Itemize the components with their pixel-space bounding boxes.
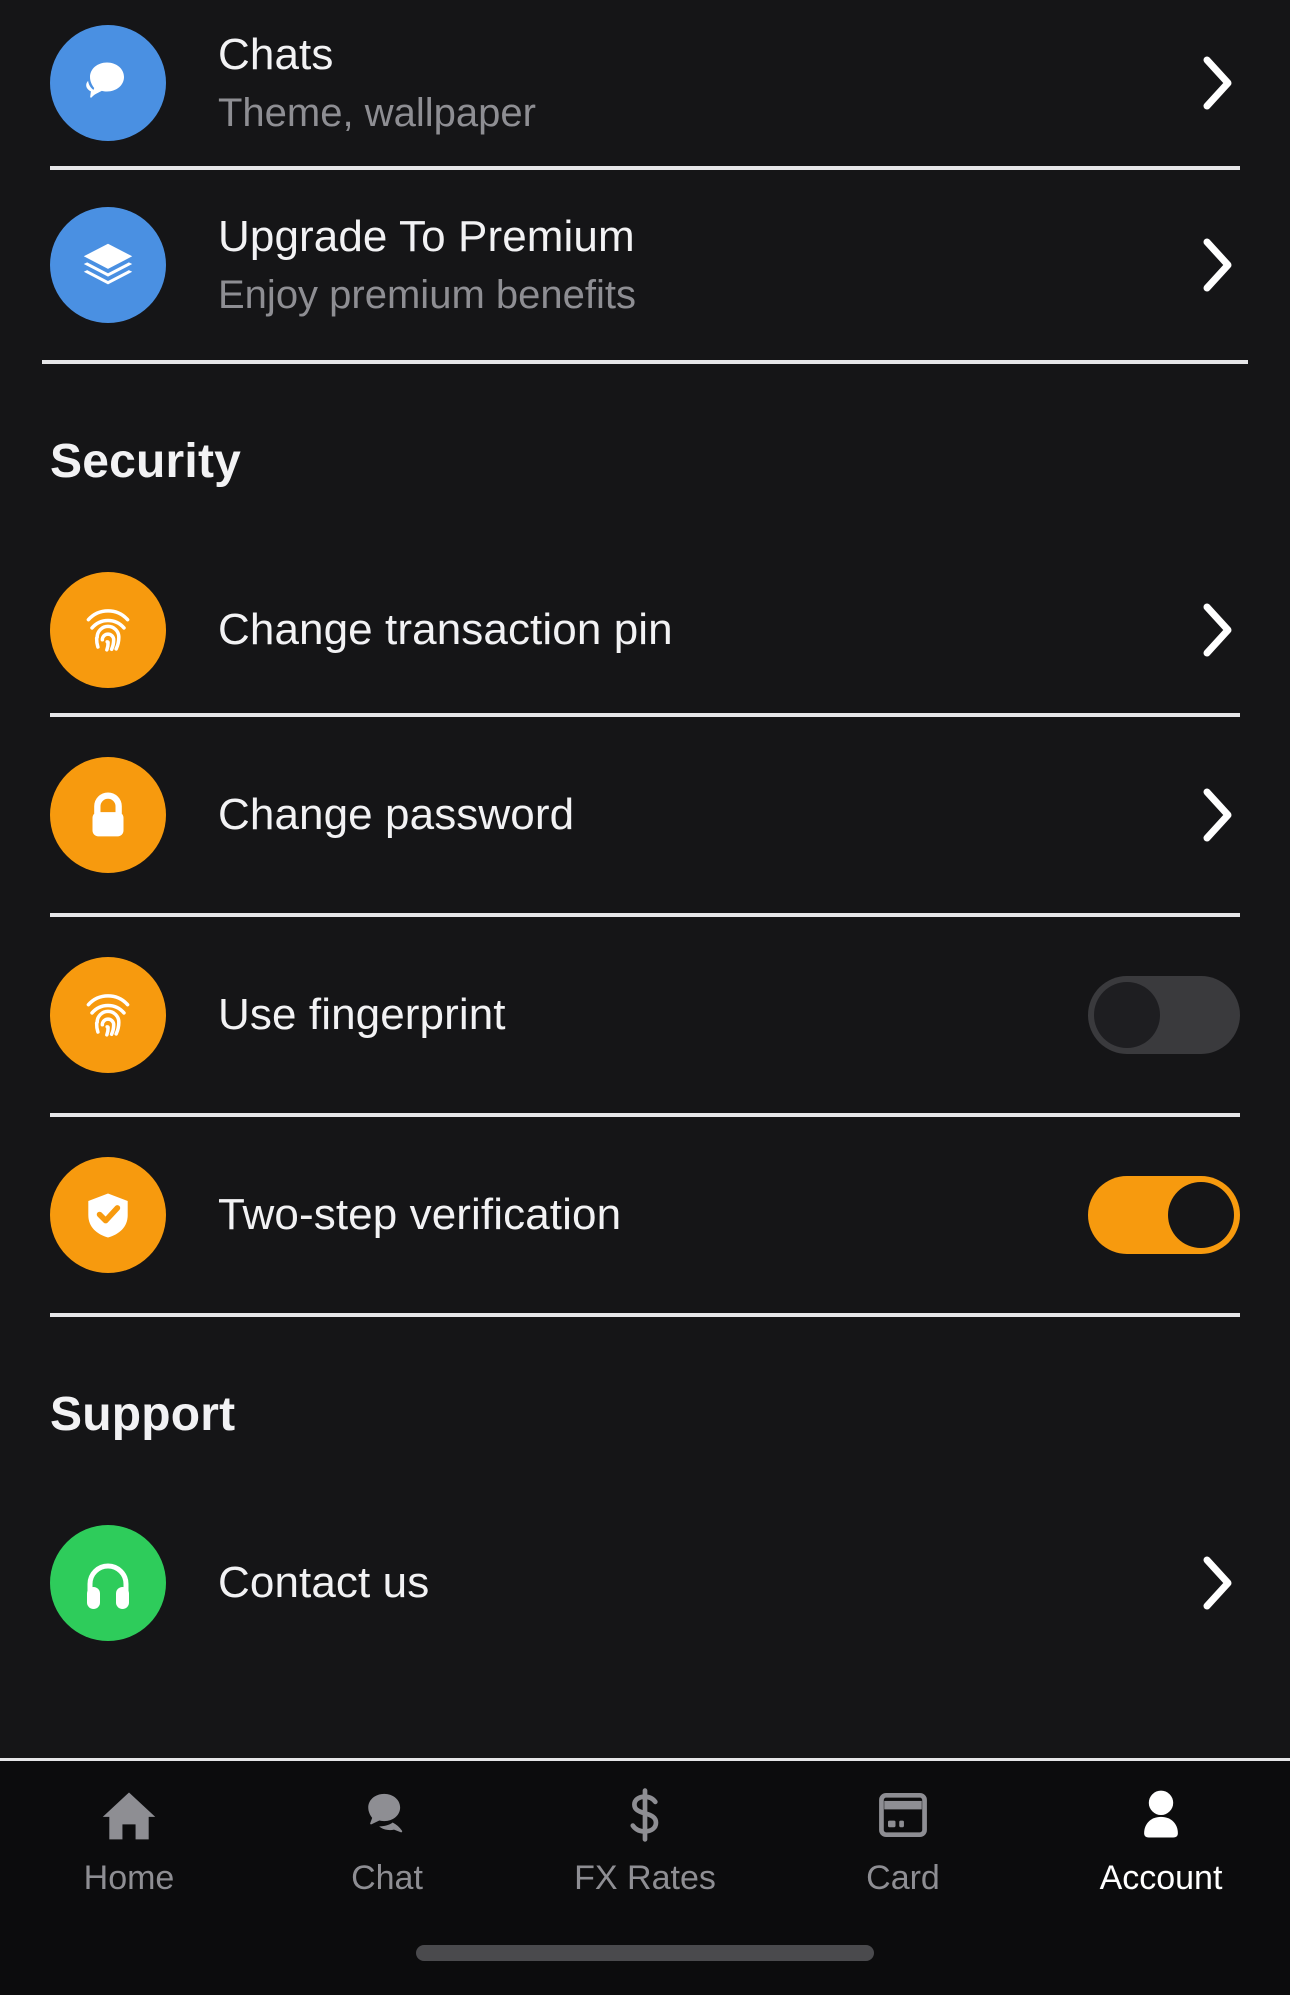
tab-fx-rates[interactable]: FX Rates [516, 1783, 774, 1933]
chevron-right-icon[interactable] [1196, 1553, 1240, 1613]
settings-row-use-fingerprint-text: Use fingerprint [218, 989, 1068, 1039]
tab-account-label: Account [1099, 1859, 1223, 1897]
settings-row-chats[interactable]: Chats Theme, wallpaper [0, 0, 1290, 166]
tab-home[interactable]: Home [0, 1783, 258, 1933]
tab-chat-label: Chat [351, 1859, 423, 1897]
chevron-right-icon[interactable] [1196, 53, 1240, 113]
home-indicator [0, 1933, 1290, 1995]
dollar-sign-icon [615, 1783, 675, 1845]
lock-icon [50, 757, 166, 873]
tab-card-label: Card [866, 1859, 940, 1897]
home-indicator-bar [416, 1945, 874, 1961]
settings-row-upgrade-to-premium-text: Upgrade To Premium Enjoy premium benefit… [218, 211, 1176, 318]
settings-row-change-password-text: Change password [218, 789, 1176, 839]
section-heading-support: Support [50, 1388, 236, 1441]
chevron-right-icon[interactable] [1196, 235, 1240, 295]
settings-row-change-password[interactable]: Change password [0, 717, 1290, 913]
shield-check-icon [50, 1157, 166, 1273]
tab-account[interactable]: Account [1032, 1783, 1290, 1933]
chevron-right-icon[interactable] [1196, 600, 1240, 660]
settings-row-change-password-title: Change password [218, 789, 575, 839]
settings-row-chats-text: Chats Theme, wallpaper [218, 29, 1176, 136]
settings-row-contact-us[interactable]: Contact us [0, 1500, 1290, 1666]
home-icon [99, 1783, 159, 1845]
settings-row-use-fingerprint[interactable]: Use fingerprint [0, 917, 1290, 1113]
settings-row-change-transaction-pin-text: Change transaction pin [218, 604, 1176, 654]
settings-row-change-transaction-pin-title: Change transaction pin [218, 604, 673, 654]
toggle-knob [1168, 1182, 1234, 1248]
headphones-icon [50, 1525, 166, 1641]
settings-row-two-step-verification-title: Two-step verification [218, 1189, 622, 1239]
use-fingerprint-toggle[interactable] [1088, 976, 1240, 1054]
fingerprint-icon [50, 957, 166, 1073]
settings-screen: Chats Theme, wallpaper Upgrade To Premiu [0, 0, 1290, 1995]
settings-row-upgrade-to-premium-subtitle: Enjoy premium benefits [218, 273, 636, 318]
settings-row-upgrade-to-premium[interactable]: Upgrade To Premium Enjoy premium benefit… [0, 170, 1290, 360]
chat-bubbles-icon [50, 25, 166, 141]
toggle-knob [1094, 982, 1160, 1048]
settings-row-use-fingerprint-title: Use fingerprint [218, 989, 506, 1039]
layers-icon [50, 207, 166, 323]
two-step-verification-toggle[interactable] [1088, 1176, 1240, 1254]
credit-card-icon [873, 1783, 933, 1845]
tab-fx-rates-label: FX Rates [574, 1859, 716, 1897]
tab-list: Home Chat FX Rates Card Account [0, 1761, 1290, 1933]
chat-bubbles-icon [357, 1783, 417, 1845]
settings-row-chats-subtitle: Theme, wallpaper [218, 91, 536, 136]
settings-row-change-transaction-pin[interactable]: Change transaction pin [0, 547, 1290, 713]
settings-scroll-area[interactable]: Chats Theme, wallpaper Upgrade To Premiu [0, 0, 1290, 1760]
fingerprint-icon [50, 572, 166, 688]
tab-card[interactable]: Card [774, 1783, 1032, 1933]
settings-row-contact-us-text: Contact us [218, 1557, 1176, 1607]
person-icon [1131, 1783, 1191, 1845]
tab-home-label: Home [83, 1859, 175, 1897]
settings-row-contact-us-title: Contact us [218, 1557, 430, 1607]
tab-chat[interactable]: Chat [258, 1783, 516, 1933]
section-heading-security: Security [50, 435, 242, 488]
chevron-right-icon[interactable] [1196, 785, 1240, 845]
settings-row-chats-title: Chats [218, 29, 334, 79]
bottom-tab-bar: Home Chat FX Rates Card Account [0, 1758, 1290, 1995]
settings-row-two-step-verification-text: Two-step verification [218, 1189, 1068, 1239]
settings-row-two-step-verification[interactable]: Two-step verification [0, 1117, 1290, 1313]
settings-row-upgrade-to-premium-title: Upgrade To Premium [218, 211, 635, 261]
